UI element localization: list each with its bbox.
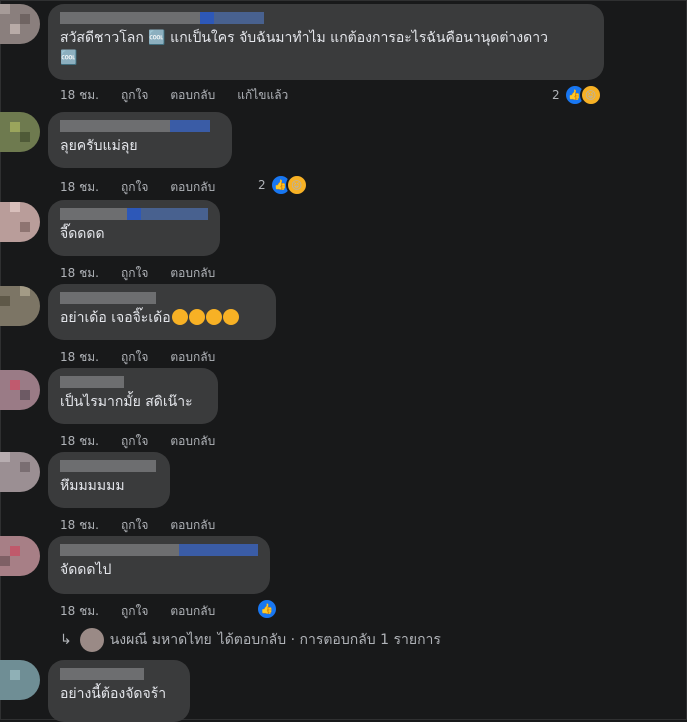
reply-button[interactable]: ตอบกลับ [170,432,215,451]
like-button[interactable]: ถูกใจ [121,348,148,367]
reply-avatar [79,628,104,652]
reply-author: นงผณี มหาดไทย [109,632,212,648]
avatar[interactable] [0,202,40,242]
comment-bubble: สวัสดีชาวโลก 🆒 แกเป็นใคร จับฉันมาทำไม แก… [48,4,604,80]
blurred-author-name[interactable] [60,208,208,220]
comment-bubble: จี๊ดดดด [48,200,220,256]
comment-bubble: จัดดดไป [48,536,270,594]
reply-button[interactable]: ตอบกลับ [170,86,215,105]
reply-button[interactable]: ตอบกลับ [170,602,215,621]
blurred-author-name[interactable] [60,376,206,388]
like-button[interactable]: ถูกใจ [121,602,148,621]
emoji-icon [171,309,188,325]
reaction-summary[interactable]: 👍 [256,598,278,620]
avatar[interactable] [0,536,40,576]
reply-button[interactable]: ตอบกลับ [170,516,215,535]
avatar[interactable] [0,452,40,492]
comment-bubble: หึมมมมมม [48,452,170,508]
blurred-author-name[interactable] [60,12,592,24]
reaction-summary[interactable]: 2 👍 😝 [258,174,308,196]
comment-text: อย่าเด้อ เจอจิ๊ะเด้อ [60,308,264,328]
timestamp[interactable]: 18 ชม. [60,86,99,105]
reply-button[interactable]: ตอบกลับ [170,178,215,197]
blurred-author-name[interactable] [60,668,178,680]
like-icon: 👍 [256,598,278,620]
comment-bubble: เป็นไรมากมั้ย สดิเน๊าะ [48,368,218,424]
comment-text: จัดดดไป [60,562,112,578]
comment-text: สวัสดีชาวโลก 🆒 แกเป็นใคร จับฉันมาทำไม แก… [60,30,548,46]
comment-actions: 18 ชม. ถูกใจ ตอบกลับ [60,178,237,197]
emoji-icon [205,309,222,325]
avatar[interactable] [0,112,40,152]
blurred-author-name[interactable] [60,544,258,556]
comment-text: จี๊ดดดด [60,226,105,242]
comment-text: หึมมมมมม [60,478,125,494]
timestamp[interactable]: 18 ชม. [60,602,99,621]
avatar[interactable] [0,286,40,326]
comment-actions: 18 ชม. ถูกใจ ตอบกลับ [60,432,237,451]
comment-bubble: อย่าเด้อ เจอจิ๊ะเด้อ [48,284,276,340]
comment-text: ลุยครับแม่ลุย [60,138,138,154]
reply-button[interactable]: ตอบกลับ [170,348,215,367]
reply-arrow-icon: ↳ [60,632,72,648]
reply-button[interactable]: ตอบกลับ [170,264,215,283]
like-button[interactable]: ถูกใจ [121,264,148,283]
reaction-summary[interactable]: 2 👍 😝 [552,84,602,106]
timestamp[interactable]: 18 ชม. [60,516,99,535]
view-replies-link[interactable]: ↳ นงผณี มหาดไทย ได้ตอบกลับ · การตอบกลับ … [60,628,441,652]
edited-label: แก้ไขแล้ว [237,88,289,102]
comment-bubble: ลุยครับแม่ลุย [48,112,232,168]
avatar[interactable] [0,370,40,410]
comment-actions: 18 ชม. ถูกใจ ตอบกลับ [60,602,237,621]
comment-bubble: อย่างนี้ต้องจัดจร้า [48,660,190,722]
timestamp[interactable]: 18 ชม. [60,264,99,283]
avatar[interactable] [0,4,40,44]
comment-text: อย่างนี้ต้องจัดจร้า [60,686,167,702]
timestamp[interactable]: 18 ชม. [60,348,99,367]
like-button[interactable]: ถูกใจ [121,178,148,197]
comment-actions: 18 ชม. ถูกใจ ตอบกลับ [60,516,237,535]
blurred-author-name[interactable] [60,120,220,132]
comment-actions: 18 ชม. ถูกใจ ตอบกลับ [60,264,237,283]
like-button[interactable]: ถูกใจ [121,432,148,451]
blurred-author-name[interactable] [60,292,264,304]
comment-text: เป็นไรมากมั้ย สดิเน๊าะ [60,394,193,410]
timestamp[interactable]: 18 ชม. [60,432,99,451]
comment-actions: 18 ชม. ถูกใจ ตอบกลับ [60,348,237,367]
like-button[interactable]: ถูกใจ [121,516,148,535]
reaction-count: 2 [258,178,266,192]
comment-actions: 18 ชม. ถูกใจ ตอบกลับ แก้ไขแล้ว [60,86,310,105]
avatar[interactable] [0,660,40,700]
reply-summary-text: ได้ตอบกลับ · การตอบกลับ 1 รายการ [217,632,441,648]
reaction-count: 2 [552,88,560,102]
haha-icon: 😝 [285,174,308,196]
timestamp[interactable]: 18 ชม. [60,178,99,197]
haha-icon: 😝 [579,84,602,106]
comment-text-line2: 🆒 [60,50,78,66]
emoji-icon [188,309,205,325]
blurred-author-name[interactable] [60,460,158,472]
like-button[interactable]: ถูกใจ [121,86,148,105]
emoji-icon [222,309,239,325]
